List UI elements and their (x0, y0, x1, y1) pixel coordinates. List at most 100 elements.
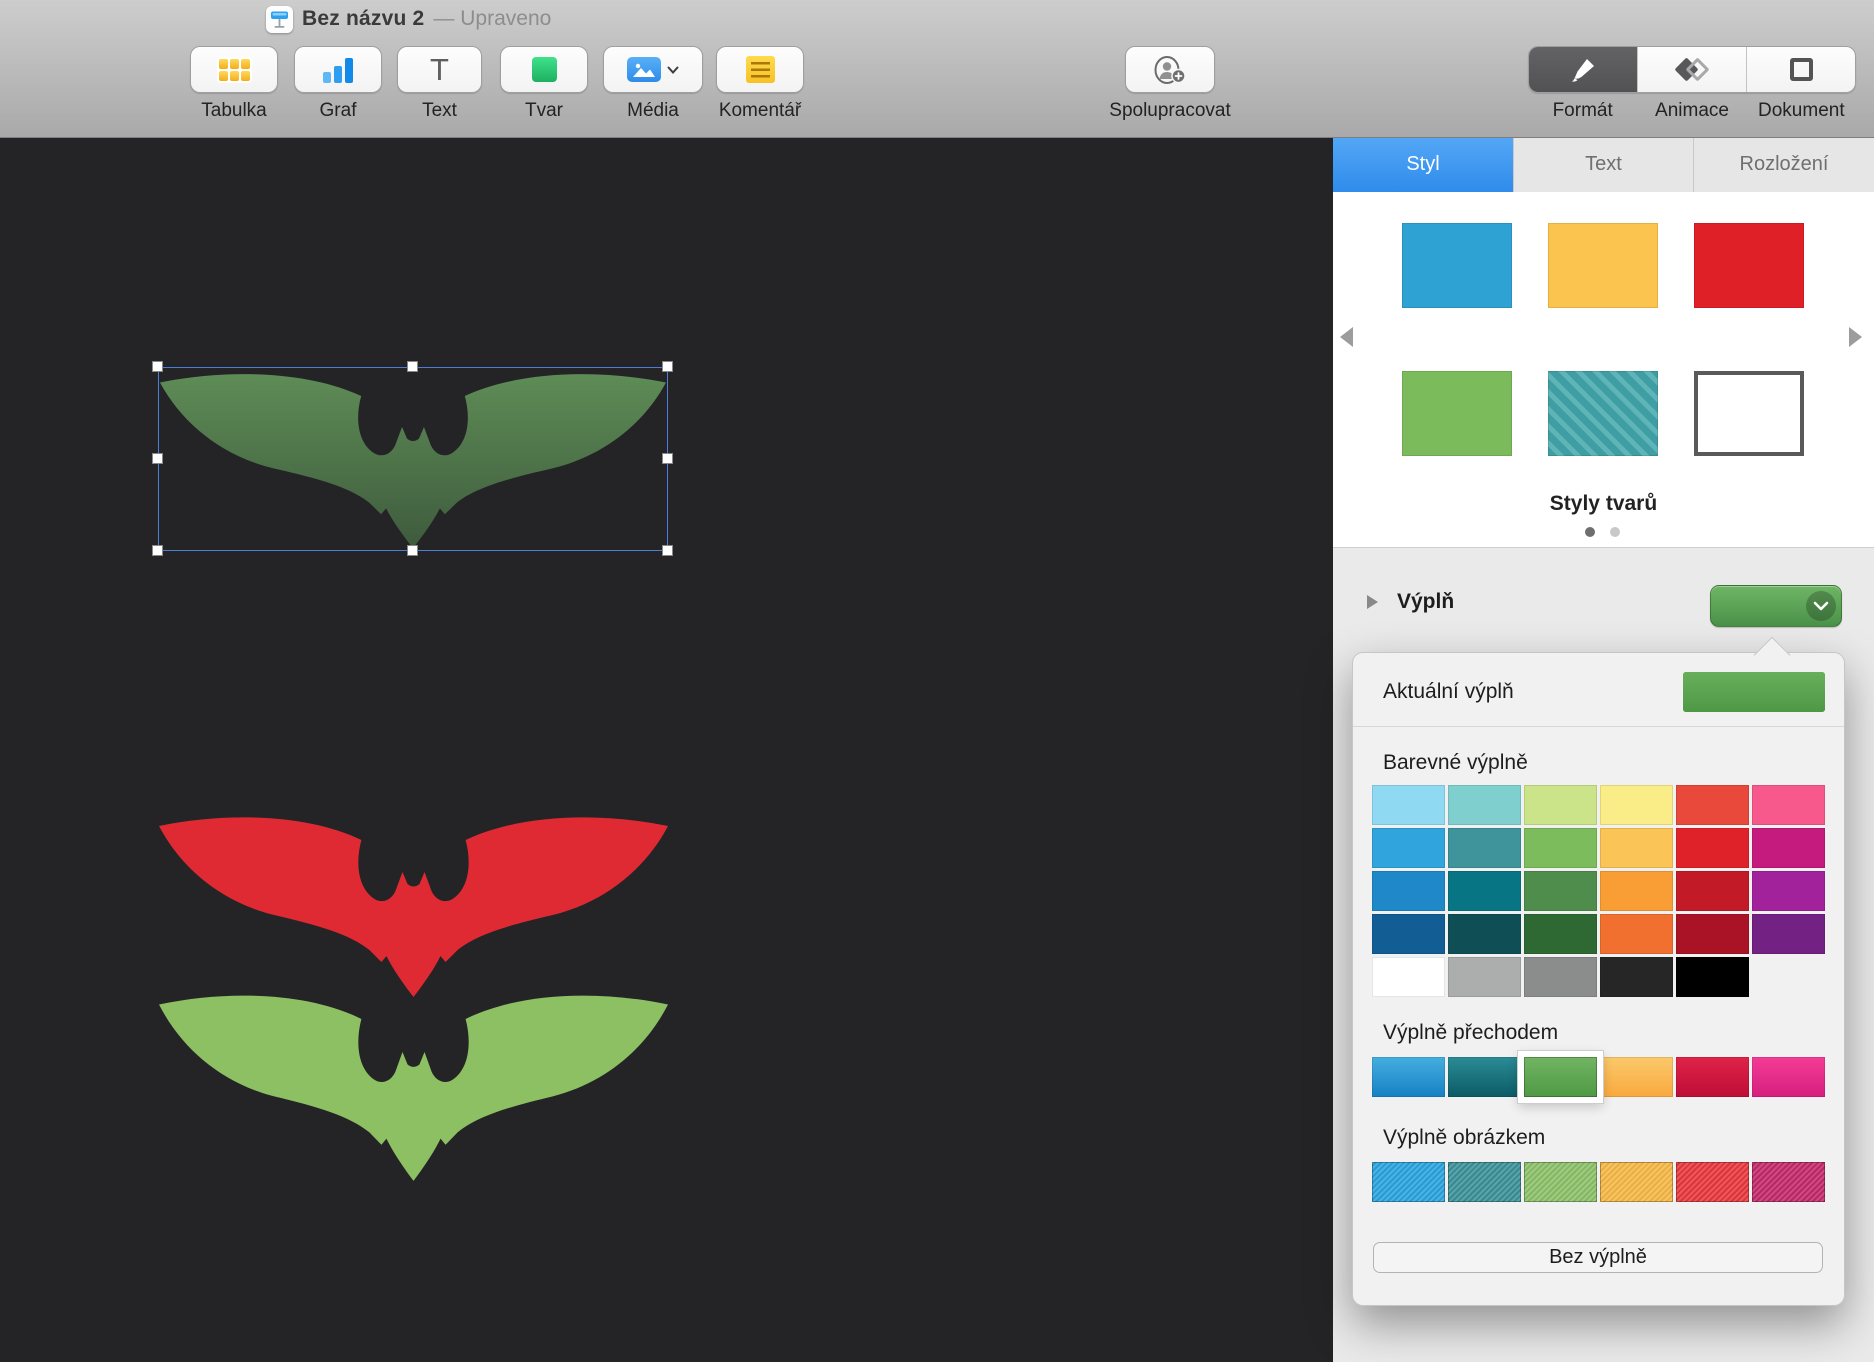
color-fill-swatch[interactable] (1752, 785, 1825, 825)
table-icon (216, 56, 252, 83)
fill-section-label: Výplň (1397, 590, 1455, 613)
color-fill-swatch[interactable] (1600, 828, 1673, 868)
color-fill-swatch[interactable] (1676, 914, 1749, 954)
color-fill-swatch[interactable] (1372, 914, 1445, 954)
selection-handle[interactable] (152, 545, 163, 556)
paintbrush-icon (1572, 58, 1594, 82)
tab-text[interactable]: Text (1514, 137, 1694, 192)
color-fill-swatch[interactable] (1600, 914, 1673, 954)
shape-style-swatch[interactable] (1548, 223, 1658, 308)
keynote-document-icon (266, 5, 293, 33)
document-status: — Upraveno (433, 7, 552, 30)
color-fill-swatch[interactable] (1524, 871, 1597, 911)
color-fill-swatch[interactable] (1448, 785, 1521, 825)
color-fill-swatch[interactable] (1676, 785, 1749, 825)
format-segment[interactable] (1529, 47, 1638, 92)
styles-prev-arrow-icon[interactable] (1340, 327, 1353, 347)
shape-style-row-1 (1402, 223, 1804, 308)
page-dot[interactable] (1610, 527, 1620, 537)
color-fill-swatch[interactable] (1372, 828, 1445, 868)
color-fill-swatch[interactable] (1524, 957, 1597, 997)
fill-color-dropdown[interactable] (1710, 585, 1842, 627)
chart-button[interactable] (294, 46, 382, 93)
image-fill-swatch[interactable] (1676, 1162, 1749, 1202)
selection-handle[interactable] (407, 361, 418, 372)
gradient-fill-swatch[interactable] (1372, 1057, 1445, 1097)
fill-dropdown-chevron-button[interactable] (1806, 591, 1836, 621)
text-icon: T (430, 51, 449, 87)
document-title: Bez názvu 2 (302, 7, 425, 30)
gradient-fills-header: Výplně přechodem (1383, 1021, 1559, 1044)
selection-handle[interactable] (662, 545, 673, 556)
image-fill-swatch[interactable] (1600, 1162, 1673, 1202)
media-button[interactable] (603, 46, 703, 93)
gradient-fill-swatch[interactable] (1448, 1057, 1521, 1097)
gradient-fill-swatch[interactable] (1600, 1057, 1673, 1097)
collaborate-button[interactable] (1125, 46, 1215, 93)
red-bat-shape[interactable] (157, 810, 670, 1000)
document-segment[interactable] (1747, 47, 1855, 92)
shape-button[interactable] (500, 46, 588, 93)
color-fill-grid (1372, 785, 1825, 997)
color-fill-swatch[interactable] (1600, 957, 1673, 997)
color-fill-swatch[interactable] (1372, 871, 1445, 911)
gradient-fill-swatch[interactable] (1752, 1057, 1825, 1097)
color-fill-swatch[interactable] (1600, 785, 1673, 825)
selection-handle[interactable] (662, 453, 673, 464)
color-fill-swatch[interactable] (1524, 785, 1597, 825)
color-fill-swatch[interactable] (1448, 957, 1521, 997)
text-button[interactable]: T (397, 46, 482, 93)
color-fill-swatch[interactable] (1448, 914, 1521, 954)
color-fill-swatch[interactable] (1676, 871, 1749, 911)
color-fill-swatch[interactable] (1600, 871, 1673, 911)
media-icon (627, 57, 661, 82)
color-fill-swatch[interactable] (1676, 957, 1749, 997)
color-fill-swatch[interactable] (1448, 871, 1521, 911)
chevron-down-icon (1813, 601, 1829, 611)
comment-button[interactable] (716, 46, 804, 93)
tab-rozlozeni[interactable]: Rozložení (1694, 137, 1874, 192)
current-fill-label: Aktuální výplň (1383, 680, 1514, 703)
selection-handle[interactable] (662, 361, 673, 372)
image-fill-swatch[interactable] (1524, 1162, 1597, 1202)
color-fill-swatch[interactable] (1676, 828, 1749, 868)
image-fill-swatch[interactable] (1372, 1162, 1445, 1202)
no-fill-button[interactable]: Bez výplně (1373, 1242, 1823, 1273)
color-fill-swatch[interactable] (1372, 785, 1445, 825)
styles-next-arrow-icon[interactable] (1849, 327, 1862, 347)
current-fill-color[interactable] (1683, 672, 1825, 712)
image-fill-swatch[interactable] (1448, 1162, 1521, 1202)
image-fill-swatch[interactable] (1752, 1162, 1825, 1202)
green-bat-shape[interactable] (157, 988, 670, 1184)
color-fill-swatch[interactable] (1752, 914, 1825, 954)
selection-rectangle (158, 367, 668, 551)
color-fill-swatch[interactable] (1524, 914, 1597, 954)
shape-style-swatch[interactable] (1694, 371, 1804, 456)
color-fill-swatch[interactable] (1372, 957, 1445, 997)
view-switcher: Formát Animace Dokument (1528, 46, 1856, 122)
selection-handle[interactable] (407, 545, 418, 556)
animate-segment[interactable] (1638, 47, 1747, 92)
table-button[interactable] (190, 46, 278, 93)
gradient-fill-swatch[interactable] (1676, 1057, 1749, 1097)
image-fill-row (1372, 1162, 1825, 1202)
current-fill-swatch (1683, 672, 1825, 712)
chevron-down-icon (667, 66, 679, 74)
transition-diamond-icon (1674, 57, 1710, 82)
color-fill-swatch[interactable] (1448, 828, 1521, 868)
shape-style-swatch[interactable] (1548, 371, 1658, 456)
page-dot-active[interactable] (1585, 527, 1595, 537)
comment-icon (745, 56, 775, 83)
fill-disclosure-triangle-icon[interactable] (1367, 595, 1378, 609)
selection-handle[interactable] (152, 361, 163, 372)
tab-styl[interactable]: Styl (1333, 137, 1514, 192)
shape-styles-title: Styly tvarů (1549, 492, 1658, 515)
shape-style-swatch[interactable] (1402, 371, 1512, 456)
color-fill-swatch[interactable] (1752, 828, 1825, 868)
color-fill-swatch[interactable] (1752, 871, 1825, 911)
shape-style-swatch[interactable] (1402, 223, 1512, 308)
selection-handle[interactable] (152, 453, 163, 464)
gradient-fill-swatch[interactable] (1524, 1057, 1597, 1097)
shape-style-swatch[interactable] (1694, 223, 1804, 308)
color-fill-swatch[interactable] (1524, 828, 1597, 868)
